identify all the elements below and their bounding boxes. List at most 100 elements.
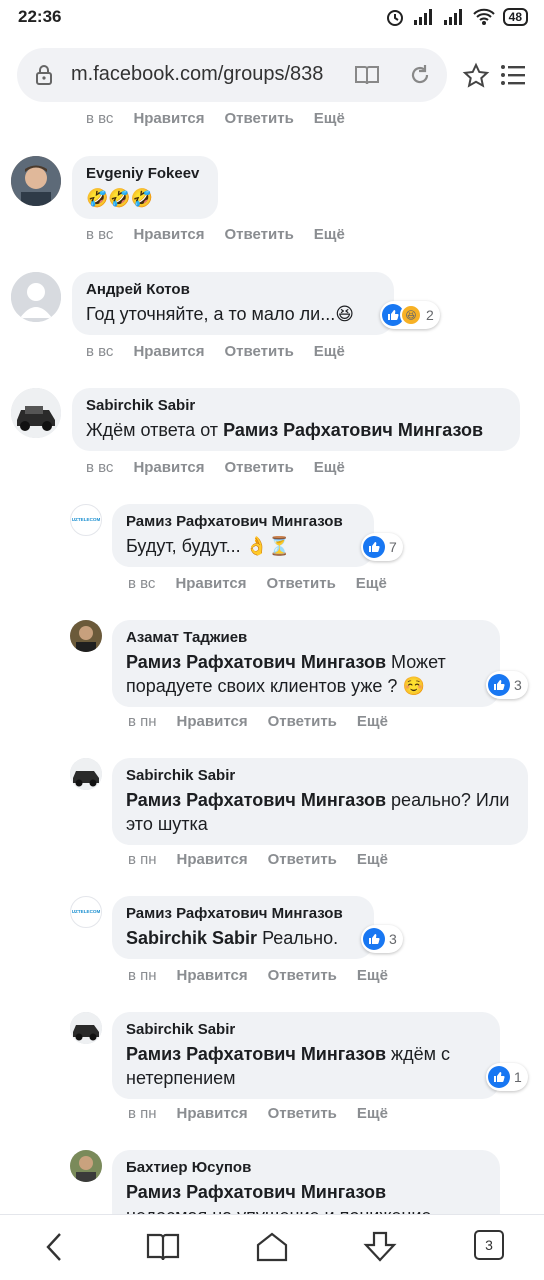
reaction-number: 3 <box>514 677 522 693</box>
avatar[interactable] <box>70 758 102 790</box>
car-avatar <box>70 1012 102 1044</box>
like-link[interactable]: Нравится <box>177 967 248 984</box>
avatar-logo-text: UZTELECOM <box>71 909 101 914</box>
reply-link[interactable]: Ответить <box>266 575 335 592</box>
mention-link[interactable]: Рамиз Рафхатович Мингазов <box>126 790 386 810</box>
more-link[interactable]: Ещё <box>357 713 388 730</box>
reload-icon[interactable] <box>409 63 431 87</box>
bookmark-star-icon[interactable] <box>462 62 490 90</box>
comment-text: 🤣🤣🤣 <box>86 188 154 208</box>
comment-text: Ждём ответа от Рамиз Рафхатович Мингазов <box>86 418 506 442</box>
like-link[interactable]: Нравится <box>177 851 248 868</box>
mention-link[interactable]: Рамиз Рафхатович Мингазов <box>223 420 483 440</box>
reader-mode-icon[interactable] <box>354 64 380 86</box>
reply-link[interactable]: Ответить <box>268 851 337 868</box>
reaction-count[interactable]: 7 <box>361 533 403 561</box>
comment-author[interactable]: Бахтиер Юсупов <box>126 1158 486 1178</box>
like-link[interactable]: Нравится <box>133 459 204 476</box>
avatar[interactable] <box>70 1012 102 1044</box>
reply-link[interactable]: Ответить <box>268 967 337 984</box>
comment-text: Рамиз Рафхатович Мингазов недосмая на упу… <box>126 1180 486 1214</box>
reaction-number: 2 <box>426 307 434 323</box>
comment-author[interactable]: Андрей Котов <box>86 280 380 300</box>
avatar[interactable]: UZTELECOM <box>70 896 102 928</box>
mention-link[interactable]: Рамиз Рафхатович Мингазов <box>126 1044 386 1064</box>
more-link[interactable]: Ещё <box>356 575 387 592</box>
comment-author[interactable]: Рамиз Рафхатович Мингазов <box>126 904 360 924</box>
reaction-count[interactable]: 3 <box>486 671 528 699</box>
comment-author[interactable]: Sabirchik Sabir <box>86 396 506 416</box>
more-link[interactable]: Ещё <box>314 226 345 243</box>
like-link[interactable]: Нравится <box>177 1105 248 1122</box>
reaction-count[interactable]: 1 <box>486 1063 528 1091</box>
haha-reaction-icon: 😆 <box>400 304 422 326</box>
comment-text: Рамиз Рафхатович Мингазов Может порадует… <box>126 650 486 698</box>
mention-link[interactable]: Рамиз Рафхатович Мингазов <box>126 1182 386 1202</box>
comment-author[interactable]: Азамат Таджиев <box>126 628 486 648</box>
more-link[interactable]: Ещё <box>314 343 345 360</box>
comment-bubble[interactable]: Рамиз Рафхатович Мингазов Sabirchik Sabi… <box>112 896 374 959</box>
mention-link[interactable]: Рамиз Рафхатович Мингазов <box>126 652 386 672</box>
download-icon[interactable] <box>362 1231 398 1263</box>
comment-bubble[interactable]: Андрей Котов Год уточняйте, а то мало ли… <box>72 272 394 335</box>
like-reaction-icon <box>488 674 510 696</box>
avatar[interactable] <box>11 388 61 438</box>
comment-time: в пн <box>128 1105 157 1122</box>
url-text[interactable]: m.facebook.com/groups/838 <box>71 63 343 86</box>
like-link[interactable]: Нравится <box>175 575 246 592</box>
reaction-count[interactable]: 😆 2 <box>380 301 440 329</box>
more-link[interactable]: Ещё <box>314 110 345 127</box>
like-link[interactable]: Нравится <box>177 713 248 730</box>
reply-link[interactable]: Ответить <box>224 459 293 476</box>
menu-list-icon[interactable] <box>500 63 526 87</box>
comment-bubble[interactable]: Sabirchik Sabir Рамиз Рафхатович Мингазо… <box>112 1012 500 1099</box>
comment-author[interactable]: Sabirchik Sabir <box>126 766 514 786</box>
like-link[interactable]: Нравится <box>133 343 204 360</box>
reaction-count[interactable]: 3 <box>361 925 403 953</box>
reply-link[interactable]: Ответить <box>268 1105 337 1122</box>
more-link[interactable]: Ещё <box>357 967 388 984</box>
comment-bubble[interactable]: Бахтиер Юсупов Рамиз Рафхатович Мингазов… <box>112 1150 500 1214</box>
bookmarks-book-icon[interactable] <box>146 1231 180 1263</box>
more-link[interactable]: Ещё <box>314 459 345 476</box>
like-link[interactable]: Нравится <box>133 110 204 127</box>
avatar[interactable] <box>11 272 61 322</box>
comment-text: Рамиз Рафхатович Мингазов реально? Или э… <box>126 788 514 836</box>
comment-text-body: Реально. <box>257 928 339 948</box>
comment-time: в пн <box>128 713 157 730</box>
like-link[interactable]: Нравится <box>133 226 204 243</box>
tabs-button[interactable]: 3 <box>474 1230 504 1260</box>
avatar[interactable]: UZTELECOM <box>70 504 102 536</box>
comment-author[interactable]: Рамиз Рафхатович Мингазов <box>126 512 360 532</box>
comment-bubble[interactable]: Азамат Таджиев Рамиз Рафхатович Мингазов… <box>112 620 500 707</box>
comment-bubble[interactable]: Sabirchik Sabir Ждём ответа от Рамиз Раф… <box>72 388 520 451</box>
reply-link[interactable]: Ответить <box>224 226 293 243</box>
comment-bubble[interactable]: Sabirchik Sabir Рамиз Рафхатович Мингазо… <box>112 758 528 845</box>
avatar[interactable] <box>70 620 102 652</box>
reaction-number: 1 <box>514 1069 522 1085</box>
signal-icon <box>413 9 432 25</box>
comment-actions: в вс Нравится Ответить Ещё <box>86 226 365 243</box>
address-bar[interactable]: m.facebook.com/groups/838 <box>17 48 447 102</box>
comment-time: в пн <box>128 851 157 868</box>
comment-actions: в пн Нравится Ответить Ещё <box>128 851 408 868</box>
like-reaction-icon <box>363 536 385 558</box>
comments-feed: в вс Нравится Ответить Ещё Evgeniy Fokeev 🤣… <box>0 104 544 1214</box>
more-link[interactable]: Ещё <box>357 851 388 868</box>
comment-bubble[interactable]: Evgeniy Fokeev 🤣🤣🤣 <box>72 156 218 219</box>
comment-bubble[interactable]: Рамиз Рафхатович Мингазов Будут, будут..… <box>112 504 374 567</box>
comment-author[interactable]: Evgeniy Fokeev <box>86 164 204 184</box>
reply-link[interactable]: Ответить <box>224 110 293 127</box>
home-icon[interactable] <box>255 1231 289 1263</box>
mention-link[interactable]: Sabirchik Sabir <box>126 928 257 948</box>
avatar[interactable] <box>70 1150 102 1182</box>
reply-link[interactable]: Ответить <box>224 343 293 360</box>
back-icon[interactable] <box>42 1231 68 1263</box>
reply-link[interactable]: Ответить <box>268 713 337 730</box>
browser-bottom-bar: 3 <box>0 1214 544 1280</box>
avatar-photo <box>11 156 61 206</box>
comment-author[interactable]: Sabirchik Sabir <box>126 1020 486 1040</box>
avatar[interactable] <box>11 156 61 206</box>
comment-text-body: Ждём ответа от <box>86 420 224 440</box>
more-link[interactable]: Ещё <box>357 1105 388 1122</box>
